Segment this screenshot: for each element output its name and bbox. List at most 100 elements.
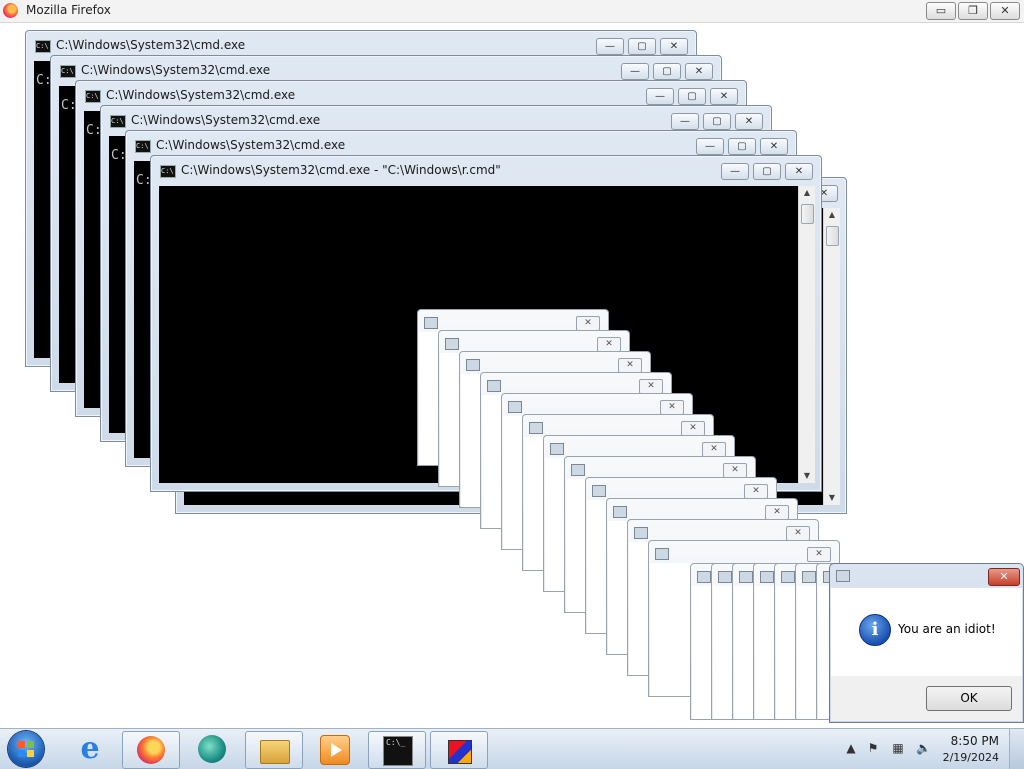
internet-explorer-icon: e — [80, 731, 100, 766]
volume-icon[interactable]: 🔈 — [916, 741, 931, 755]
cmd-maximize-button[interactable]: ▢ — [628, 38, 656, 55]
close-button[interactable]: ✕ — [990, 2, 1020, 20]
cmd-window-title: C:\Windows\System32\cmd.exe — [156, 138, 346, 152]
alert-body: i You are an idiot! OK — [831, 588, 1022, 721]
vertical-scrollbar[interactable]: ▲▼ — [798, 186, 815, 483]
cmd-close-button[interactable]: ✕ — [710, 88, 738, 105]
popup-close-button[interactable]: ✕ — [618, 358, 642, 373]
ok-button[interactable]: OK — [926, 686, 1012, 711]
popup-close-button[interactable]: ✕ — [660, 400, 684, 415]
setup-taskbar-button[interactable] — [430, 731, 488, 769]
window-icon — [487, 380, 501, 392]
window-icon — [739, 571, 753, 583]
window-icon — [424, 317, 438, 329]
explorer-button[interactable] — [245, 731, 303, 769]
action-center-flag-icon[interactable]: ⚑ — [866, 741, 880, 755]
cmd-window-title: C:\Windows\System32\cmd.exe — [106, 88, 296, 102]
alert-message: You are an idiot! — [898, 622, 996, 636]
cmd-minimize-button[interactable]: — — [621, 63, 649, 80]
window-icon — [466, 359, 480, 371]
cmd-minimize-button[interactable]: — — [696, 138, 724, 155]
popup-close-button[interactable]: ✕ — [597, 337, 621, 352]
cmd-window-title: C:\Windows\System32\cmd.exe — [131, 113, 321, 127]
window-icon — [634, 527, 648, 539]
popup-close-button[interactable]: ✕ — [576, 316, 600, 331]
cmd-icon: C:\ — [85, 90, 101, 103]
popup-close-button[interactable]: ✕ — [744, 484, 768, 499]
window-icon — [836, 570, 850, 582]
firefox-icon — [137, 736, 165, 764]
cmd-window-title: C:\Windows\System32\cmd.exe - "C:\Window… — [181, 163, 501, 177]
setup-icon — [448, 740, 472, 764]
popup-close-button[interactable]: ✕ — [786, 526, 810, 541]
cmd-maximize-button[interactable]: ▢ — [728, 138, 756, 155]
window-icon — [445, 338, 459, 350]
window-icon — [655, 548, 669, 560]
cmd-maximize-button[interactable]: ▢ — [753, 163, 781, 180]
window-title: Mozilla Firefox — [26, 3, 111, 17]
cmd-close-button[interactable]: ✕ — [685, 63, 713, 80]
media-center-icon — [198, 735, 226, 763]
alert-close-button[interactable]: ✕ — [988, 568, 1020, 586]
start-button[interactable] — [8, 731, 44, 767]
cmd-minimize-button[interactable]: — — [596, 38, 624, 55]
vertical-scrollbar[interactable]: ▲▼ — [823, 208, 840, 505]
popup-close-button[interactable]: ✕ — [723, 463, 747, 478]
scroll-down-arrow-icon[interactable]: ▼ — [799, 469, 815, 483]
media-player-icon — [320, 735, 350, 765]
clock-time[interactable]: 8:50 PM — [951, 734, 999, 748]
cmd-icon: C:\ — [35, 40, 51, 53]
internet-explorer-button[interactable]: e — [62, 731, 118, 767]
cmd-maximize-button[interactable]: ▢ — [678, 88, 706, 105]
popup-close-button[interactable]: ✕ — [765, 505, 789, 520]
firefox-icon — [3, 3, 18, 18]
cmd-icon: C:\ — [110, 115, 126, 128]
window-icon — [802, 571, 816, 583]
show-desktop-button[interactable] — [1009, 729, 1024, 769]
media-player-button[interactable] — [306, 731, 362, 767]
window-icon — [697, 571, 711, 583]
media-center-button[interactable] — [184, 731, 240, 767]
cmd-close-button[interactable]: ✕ — [760, 138, 788, 155]
cmd-icon: C:\ — [160, 165, 176, 178]
cmd-minimize-button[interactable]: — — [646, 88, 674, 105]
cmd-close-button[interactable]: ✕ — [735, 113, 763, 130]
minimize-button[interactable]: ▭ — [926, 2, 956, 20]
window-icon — [613, 506, 627, 518]
restore-button[interactable]: ❐ — [958, 2, 988, 20]
cmd-close-button[interactable]: ✕ — [660, 38, 688, 55]
cmd-maximize-button[interactable]: ▢ — [653, 63, 681, 80]
windows-logo-icon — [18, 741, 34, 757]
cmd-window-title: C:\Windows\System32\cmd.exe — [81, 63, 271, 77]
cmd-icon: C:\ — [60, 65, 76, 78]
taskbar: e C:\_ ▲ ⚑ ▦ 🔈 8:50 PM 2/19/2024 — [0, 728, 1024, 769]
show-hidden-icons-button[interactable]: ▲ — [844, 741, 858, 755]
cmd-icon: C:\_ — [383, 736, 413, 766]
popup-close-button[interactable]: ✕ — [702, 442, 726, 457]
popup-close-button[interactable]: ✕ — [807, 547, 831, 562]
window-icon — [508, 401, 522, 413]
cmd-close-button[interactable]: ✕ — [785, 163, 813, 180]
cmd-icon: C:\ — [135, 140, 151, 153]
information-icon: i — [859, 614, 891, 646]
firefox-titlebar: Mozilla Firefox ▭ ❐ ✕ — [0, 0, 1024, 23]
cmd-minimize-button[interactable]: — — [671, 113, 699, 130]
cmd-maximize-button[interactable]: ▢ — [703, 113, 731, 130]
scroll-down-arrow-icon[interactable]: ▼ — [824, 491, 840, 505]
window-icon — [781, 571, 795, 583]
popup-close-button[interactable]: ✕ — [639, 379, 663, 394]
cmd-minimize-button[interactable]: — — [721, 163, 749, 180]
firefox-taskbar-button[interactable] — [122, 731, 180, 769]
alert-footer: OK — [831, 676, 1022, 721]
popup-close-button[interactable]: ✕ — [681, 421, 705, 436]
scroll-up-arrow-icon[interactable]: ▲ — [824, 208, 840, 222]
cmd-window-title: C:\Windows\System32\cmd.exe — [56, 38, 246, 52]
window-icon — [550, 443, 564, 455]
network-icon[interactable]: ▦ — [891, 741, 905, 755]
window-icon — [760, 571, 774, 583]
scroll-thumb[interactable] — [826, 226, 839, 246]
cmd-taskbar-button[interactable]: C:\_ — [368, 731, 426, 769]
clock-date[interactable]: 2/19/2024 — [943, 751, 999, 764]
scroll-thumb[interactable] — [801, 204, 814, 224]
scroll-up-arrow-icon[interactable]: ▲ — [799, 186, 815, 200]
